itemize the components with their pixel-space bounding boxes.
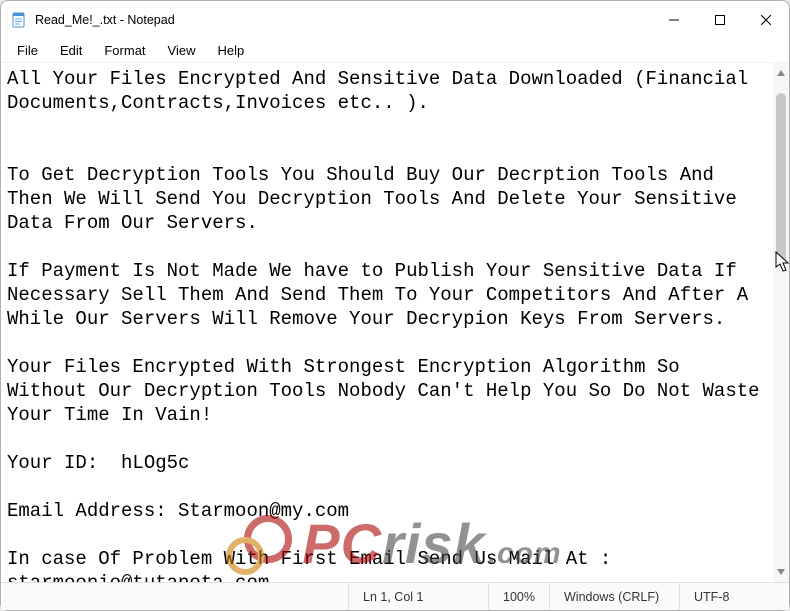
window-controls [651, 1, 789, 39]
menu-file[interactable]: File [7, 41, 48, 60]
scroll-thumb[interactable] [776, 93, 786, 263]
status-zoom[interactable]: 100% [488, 583, 549, 610]
statusbar-spacer [1, 583, 348, 610]
maximize-button[interactable] [697, 1, 743, 39]
window-title: Read_Me!_.txt - Notepad [35, 13, 651, 27]
minimize-button[interactable] [651, 1, 697, 39]
titlebar[interactable]: Read_Me!_.txt - Notepad [1, 1, 789, 39]
status-encoding: UTF-8 [679, 583, 789, 610]
notepad-window: Read_Me!_.txt - Notepad File Edit Format… [0, 0, 790, 611]
menu-format[interactable]: Format [94, 41, 155, 60]
menubar: File Edit Format View Help [1, 39, 789, 63]
scroll-up-icon[interactable] [773, 65, 789, 81]
statusbar: Ln 1, Col 1 100% Windows (CRLF) UTF-8 [1, 582, 789, 610]
vertical-scrollbar[interactable] [773, 63, 789, 582]
notepad-icon [11, 12, 27, 28]
close-button[interactable] [743, 1, 789, 39]
mouse-cursor-icon [775, 251, 790, 273]
content-area: All Your Files Encrypted And Sensitive D… [1, 63, 789, 582]
menu-edit[interactable]: Edit [50, 41, 92, 60]
menu-view[interactable]: View [158, 41, 206, 60]
text-editor[interactable]: All Your Files Encrypted And Sensitive D… [1, 63, 773, 582]
menu-help[interactable]: Help [207, 41, 254, 60]
status-position: Ln 1, Col 1 [348, 583, 488, 610]
scroll-down-icon[interactable] [773, 564, 789, 580]
status-line-ending: Windows (CRLF) [549, 583, 679, 610]
